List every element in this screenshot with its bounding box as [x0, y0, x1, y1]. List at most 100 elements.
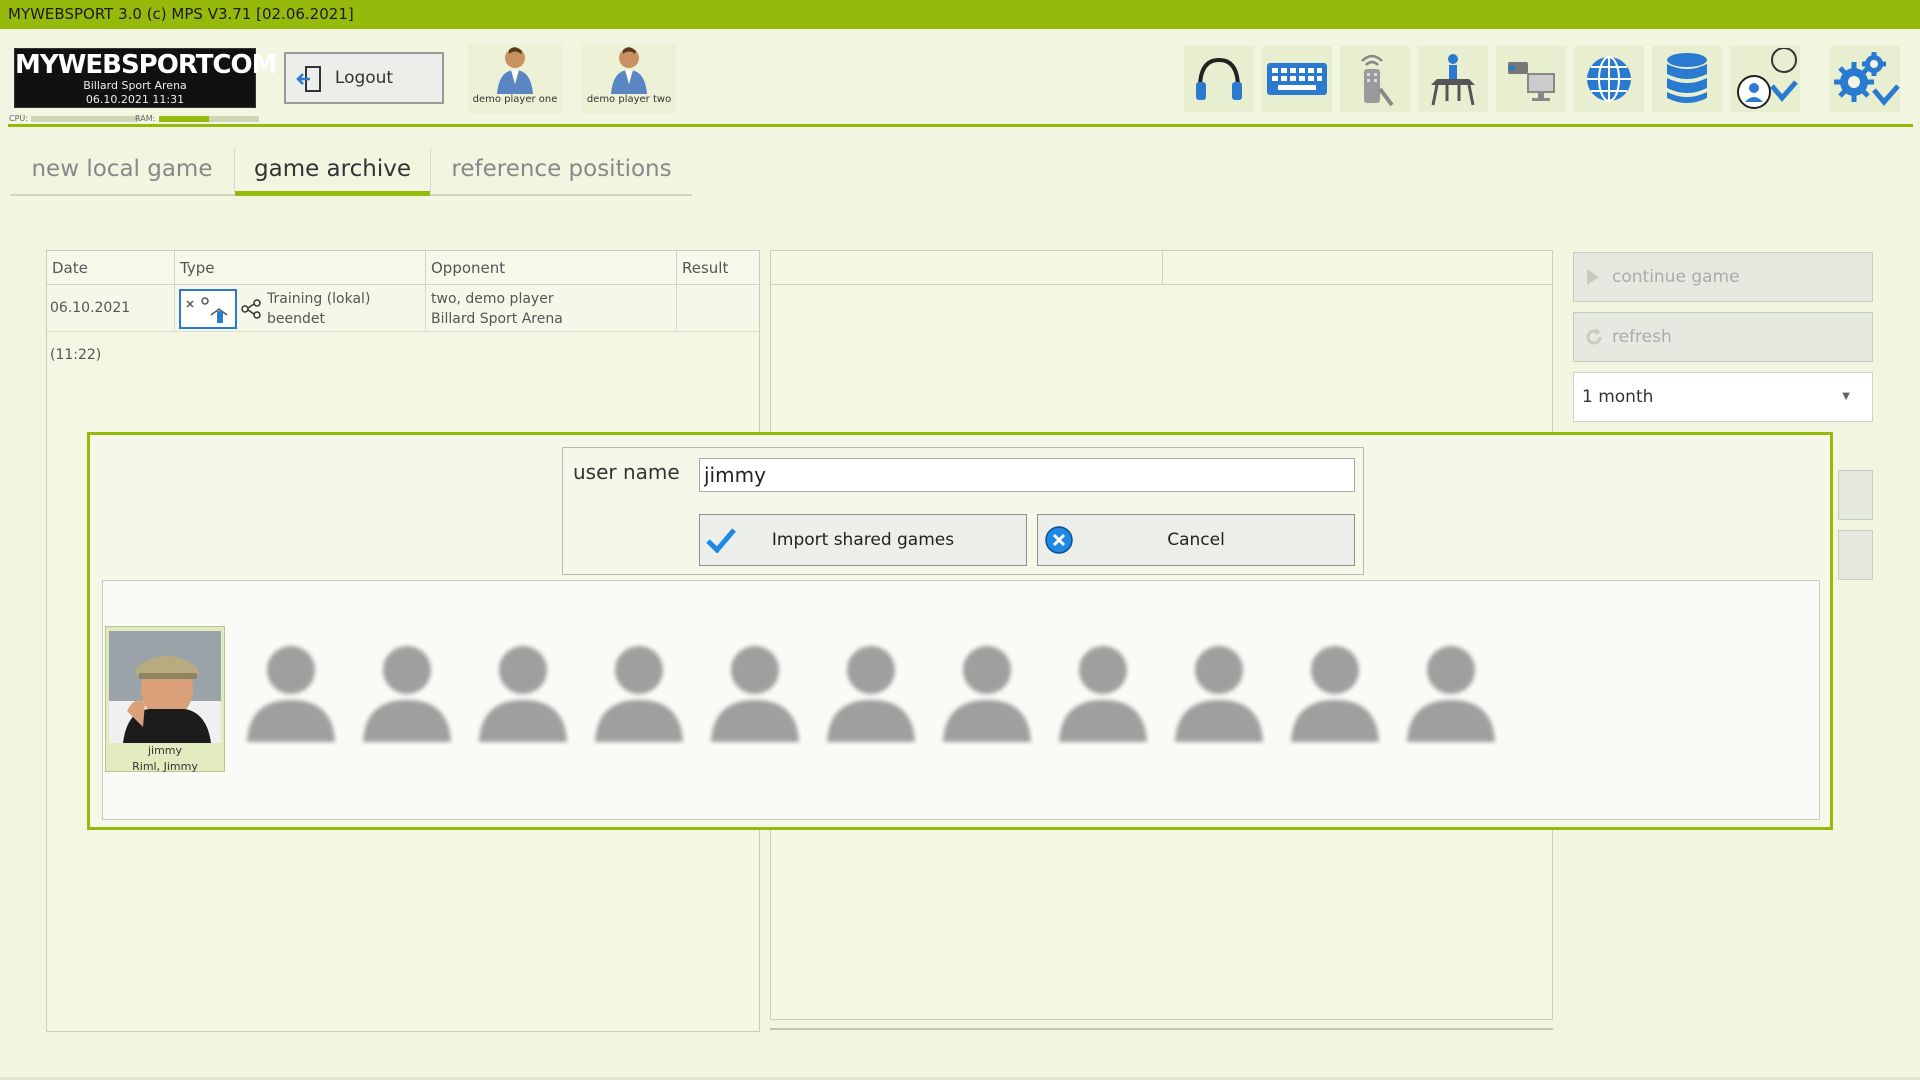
headphones-icon[interactable]: [1184, 46, 1254, 112]
table-row[interactable]: 06.10.2021 (11:22) Training (lokal) been…: [47, 285, 759, 363]
user-placeholder-icon: [363, 646, 451, 742]
share-icon[interactable]: [241, 299, 261, 319]
globe-icon[interactable]: [1574, 46, 1644, 112]
detail-panel-underline: [770, 1028, 1553, 1030]
cell-opponent: two, demo player Billard Sport Arena: [426, 285, 677, 332]
user-placeholder-icon: [827, 646, 915, 742]
cpu-meter: [31, 116, 139, 122]
user-placeholder-icon: [711, 646, 799, 742]
logo-brand: MYWEBSPORTCOM: [15, 50, 278, 80]
continue-game-button[interactable]: continue game: [1573, 252, 1873, 302]
column-header-date[interactable]: Date: [47, 251, 175, 285]
keyboard-icon[interactable]: [1262, 46, 1332, 112]
player-two-avatar-icon: [611, 47, 647, 94]
user-placeholder-icon: [479, 646, 567, 742]
player-one-name: demo player one: [472, 94, 558, 105]
blurred-user-tile[interactable]: [1043, 626, 1163, 772]
remote-control-icon[interactable]: [1340, 46, 1410, 112]
continue-game-label: continue game: [1612, 267, 1740, 287]
training-type-icon: [179, 289, 237, 329]
cell-opponent-line2: Billard Sport Arena: [431, 311, 563, 327]
cancel-icon: [1045, 526, 1073, 554]
import-shared-games-button[interactable]: Import shared games: [699, 514, 1027, 566]
tab-reference-positions[interactable]: reference positions: [431, 148, 692, 196]
chevron-down-icon: ▼: [1842, 391, 1850, 402]
refresh-label: refresh: [1612, 327, 1672, 347]
check-icon: [706, 528, 736, 553]
user-placeholder-icon: [1175, 646, 1263, 742]
user-placeholder-icon: [1407, 646, 1495, 742]
ram-meter: [159, 116, 259, 122]
import-form: user name Import shared games Cancel: [562, 447, 1364, 575]
user-placeholder-icon: [1291, 646, 1379, 742]
blurred-user-tile[interactable]: [1275, 626, 1395, 772]
refresh-button[interactable]: refresh: [1573, 312, 1873, 362]
user-name-input[interactable]: [699, 458, 1355, 492]
logout-icon: [296, 66, 321, 92]
cell-type: Training (lokal) beendet: [175, 285, 426, 332]
player-two[interactable]: demo player two: [582, 44, 676, 114]
blurred-user-tile[interactable]: [1159, 626, 1279, 772]
camera-monitor-icon[interactable]: [1496, 46, 1566, 112]
logout-label: Logout: [334, 68, 394, 88]
column-header-type[interactable]: Type: [175, 251, 426, 285]
blurred-user-tile[interactable]: [347, 626, 467, 772]
ram-label: RAM:: [135, 114, 156, 123]
import-shared-games-dialog: user name Import shared games Cancel jim…: [87, 432, 1833, 830]
column-header-opponent[interactable]: Opponent: [426, 251, 677, 285]
cell-result: [677, 285, 759, 332]
user-placeholder-icon: [1059, 646, 1147, 742]
logout-button[interactable]: Logout: [284, 52, 444, 104]
blurred-user-tile[interactable]: [811, 626, 931, 772]
player-one[interactable]: demo player one: [468, 44, 562, 114]
settings-check-icon[interactable]: [1830, 46, 1900, 112]
tab-new-local-game[interactable]: new local game: [10, 148, 234, 196]
logo-datetime: 06.10.2021 11:31: [85, 93, 185, 106]
cell-date: 06.10.2021 (11:22): [47, 285, 175, 363]
period-select[interactable]: 1 month ▼: [1573, 372, 1873, 422]
window-title: MYWEBSPORT 3.0 (c) MPS V3.71 [02.06.2021…: [8, 5, 354, 23]
user-photo: [109, 631, 221, 743]
cell-type-line2: beendet: [267, 311, 325, 327]
user-placeholder-icon: [943, 646, 1031, 742]
user-tile-jimmy[interactable]: jimmy Riml, Jimmy: [105, 626, 225, 773]
play-icon: [1587, 269, 1599, 285]
user-login: jimmy: [147, 744, 183, 757]
window-titlebar: MYWEBSPORT 3.0 (c) MPS V3.71 [02.06.2021…: [0, 0, 1920, 29]
header-divider: [8, 124, 1913, 127]
cpu-label: CPU:: [9, 114, 28, 123]
archive-grid-header: Date Type Opponent Result: [47, 251, 759, 285]
user-placeholder-icon: [247, 646, 335, 742]
resource-meters: CPU: RAM:: [9, 114, 259, 124]
database-icon[interactable]: [1652, 46, 1722, 112]
blurred-user-tile[interactable]: [927, 626, 1047, 772]
player-one-avatar-icon: [497, 47, 533, 94]
blurred-user-tile[interactable]: [695, 626, 815, 772]
period-select-value: 1 month: [1582, 387, 1654, 407]
main-tabs: new local game game archive reference po…: [10, 148, 692, 196]
user-placeholder-icon: [595, 646, 683, 742]
tab-game-archive[interactable]: game archive: [235, 148, 430, 196]
blurred-user-tile[interactable]: [1391, 626, 1511, 772]
podium-icon[interactable]: [1418, 46, 1488, 112]
blurred-user-tile[interactable]: [579, 626, 699, 772]
user-name-label: user name: [573, 460, 680, 484]
game-detail-header: [771, 251, 1552, 285]
hidden-side-button[interactable]: [1838, 470, 1873, 520]
app-logo: MYWEBSPORTCOM Billard Sport Arena 06.10.…: [14, 48, 278, 108]
blurred-user-tile[interactable]: [463, 626, 583, 772]
cancel-button[interactable]: Cancel: [1037, 514, 1355, 566]
player-two-name: demo player two: [586, 94, 672, 105]
column-divider: [1162, 251, 1163, 285]
user-check-icon[interactable]: [1730, 46, 1800, 112]
cell-type-line1: Training (lokal): [267, 291, 371, 307]
cell-opponent-line1: two, demo player: [431, 291, 554, 307]
column-header-result[interactable]: Result: [677, 251, 759, 285]
refresh-icon: [1586, 328, 1602, 345]
blurred-user-tile[interactable]: [231, 626, 351, 772]
user-list: jimmy Riml, Jimmy: [102, 580, 1820, 820]
user-fullname: Riml, Jimmy: [132, 760, 198, 773]
logo-venue: Billard Sport Arena: [83, 79, 187, 92]
import-button-label: Import shared games: [771, 530, 955, 550]
hidden-side-button[interactable]: [1838, 530, 1873, 580]
